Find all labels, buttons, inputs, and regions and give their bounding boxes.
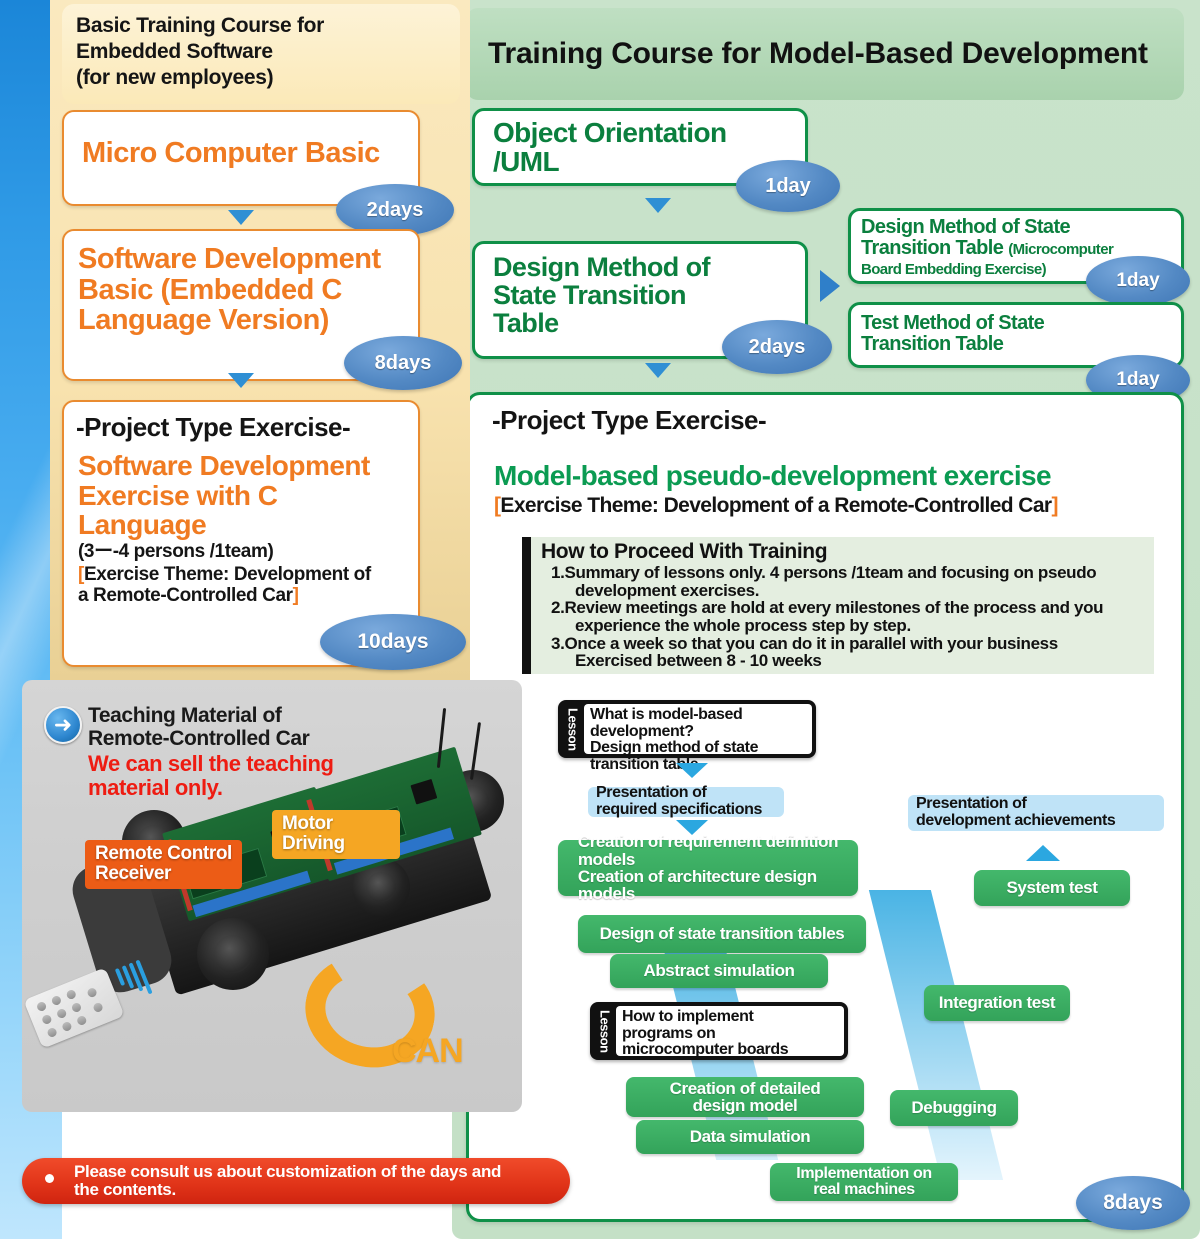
flow-label: Abstract simulation xyxy=(643,961,795,981)
flow-label: Data simulation xyxy=(689,1127,811,1147)
right-project-label: -Project Type Exercise- xyxy=(492,405,767,435)
course-title: Test Method of State Transition Table xyxy=(861,312,1045,355)
car-wheel xyxy=(197,918,269,990)
lesson-box-1: Lesson What is model-based development? De… xyxy=(558,700,816,773)
can-bus-label: CAN xyxy=(392,1032,464,1070)
callout-motor-driving: Motor Driving xyxy=(272,810,400,859)
flow-label: System test xyxy=(1006,878,1098,898)
flow-label: Creation of detailed design model xyxy=(669,1078,821,1115)
flow-label: Implementation on real machines xyxy=(796,1164,932,1198)
lesson-content: How to implement programs on microcomputer… xyxy=(616,1006,844,1058)
duration-badge-swdev: 8days xyxy=(344,336,462,390)
notice-bullet-icon xyxy=(45,1174,54,1183)
project-heading: Software Development Exercise with C Langu… xyxy=(78,450,370,541)
flow-label: Design of state transition tables xyxy=(599,924,845,944)
flow-step-abstract-sim: Abstract simulation xyxy=(610,954,828,988)
project-label: -Project Type Exercise- xyxy=(76,412,351,442)
flow-arrow-right-icon xyxy=(820,270,840,302)
lesson-content: What is model-based development? Design me… xyxy=(584,704,812,773)
how-to-item: 2.Review meetings are hold at every mile… xyxy=(551,598,1104,636)
course-title: Software Development Basic (Embedded C Lan… xyxy=(78,243,381,337)
lesson-tab-label: Lesson xyxy=(597,1009,613,1053)
callout-remote-control-receiver: Remote Control Receiver xyxy=(85,840,242,889)
flow-step-debugging: Debugging xyxy=(890,1090,1018,1126)
lesson-tab-label: Lesson xyxy=(565,707,581,751)
flow-step-stt-design: Design of state transition tables xyxy=(578,915,866,953)
how-to-item: 1.Summary of lessons only. 4 persons /1t… xyxy=(551,563,1097,600)
project-team: (3ー-4 persons /1team) xyxy=(78,541,274,563)
duration-badge-dmst: 2days xyxy=(722,320,832,374)
flow-arrow-down-icon-left-2 xyxy=(228,373,254,388)
remote-control-handset xyxy=(23,967,125,1049)
course-subtitle-2: Board Embedding Exercise) xyxy=(861,261,1047,279)
notice-banner: Please consult us about customization of… xyxy=(22,1158,570,1204)
project-theme: [Exercise Theme: Development of a Remote-… xyxy=(78,563,371,606)
flow-label: Creation of requirement definition models… xyxy=(577,832,839,904)
flow-arrow-down-icon xyxy=(645,198,671,213)
flow-presentation-specs: Presentation of required specifications xyxy=(588,784,784,818)
duration-badge-right-project: 8days xyxy=(1076,1176,1190,1230)
flow-step-models: Creation of requirement definition models… xyxy=(558,833,858,903)
duration-badge-branch-1: 1day xyxy=(1086,256,1190,306)
how-to-item: 3.Once a week so that you can do it in p… xyxy=(551,633,1058,671)
course-subtitle: (Microcomputer xyxy=(1008,240,1114,258)
flow-label: Integration test xyxy=(938,993,1056,1013)
duration-badge-oo: 1day xyxy=(736,160,840,212)
flow-label: Debugging xyxy=(911,1098,997,1118)
how-to-proceed-box: How to Proceed With Training 1.Summary o… xyxy=(522,537,1154,674)
arrow-right-circle-icon: ➜ xyxy=(44,706,82,744)
flow-step-detailed-model: Creation of detailed design model xyxy=(626,1077,864,1117)
right-panel-title: Training Course for Model-Based Developm… xyxy=(466,8,1184,100)
teaching-material-title: Teaching Material of Remote-Controlled Ca… xyxy=(88,704,310,751)
right-project-heading: Model-based pseudo-development exercise xyxy=(494,460,1052,491)
flow-arrow-down-icon-2 xyxy=(645,363,671,378)
notice-text: Please consult us about customization of… xyxy=(74,1162,502,1200)
theme-text: Exercise Theme: Development of a Remote-… xyxy=(500,494,1052,517)
flow-arrow-up-icon xyxy=(1026,845,1060,861)
lesson-box-2: Lesson How to implement programs on microc… xyxy=(590,1002,848,1060)
course-title: Micro Computer Basic xyxy=(82,137,380,169)
left-panel-title: Basic Training Course for Embedded Softwa… xyxy=(62,4,460,104)
flow-step-data-sim: Data simulation xyxy=(636,1120,864,1154)
teaching-material-note: We can sell the teaching material only. xyxy=(88,751,334,801)
flow-step-integration-test: Integration test xyxy=(924,985,1070,1021)
flow-presentation-achievements: Presentation of development achievements xyxy=(908,795,1164,831)
how-to-list: 1.Summary of lessons only. 4 persons /1t… xyxy=(541,564,1146,670)
duration-badge-project: 10days xyxy=(320,614,466,670)
flow-label: Presentation of development achievements xyxy=(916,795,1116,829)
flow-arrow-down-icon-3 xyxy=(676,763,708,778)
how-to-title: How to Proceed With Training xyxy=(541,540,828,563)
flow-step-system-test: System test xyxy=(974,870,1130,906)
right-project-theme: [Exercise Theme: Development of a Remote… xyxy=(494,494,1059,517)
flow-arrow-down-icon-left-1 xyxy=(228,210,254,225)
flow-label: Presentation of required specifications xyxy=(596,784,762,818)
flow-step-implementation: Implementation on real machines xyxy=(770,1163,958,1201)
